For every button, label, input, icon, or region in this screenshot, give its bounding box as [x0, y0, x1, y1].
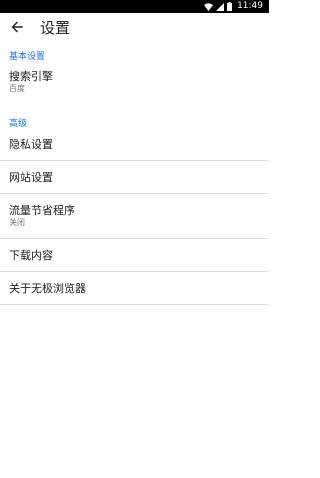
app-bar: 设置: [0, 13, 269, 42]
status-time: 11:49: [237, 1, 263, 11]
settings-item-about[interactable]: 关于无极浏览器: [0, 282, 269, 295]
back-arrow-icon: [11, 18, 23, 37]
settings-item-data-saver[interactable]: 流量节省程序 关闭: [0, 204, 269, 228]
section-header-advanced: 高级: [9, 119, 28, 129]
settings-item-site-settings[interactable]: 网站设置: [0, 171, 269, 184]
item-label: 搜索引擎: [9, 70, 53, 83]
settings-item-search-engine[interactable]: 搜索引擎 百度: [0, 70, 269, 94]
item-value: 百度: [9, 84, 25, 93]
settings-item-privacy[interactable]: 隐私设置: [0, 138, 269, 151]
item-label: 网站设置: [9, 171, 53, 184]
divider: [0, 271, 269, 272]
back-button[interactable]: [2, 13, 32, 42]
battery-icon: [227, 2, 233, 11]
divider: [0, 160, 269, 161]
section-header-basic: 基本设置: [9, 52, 46, 62]
divider: [0, 304, 269, 305]
status-bar: 11:49: [0, 0, 269, 13]
divider: [0, 238, 269, 239]
item-label: 下载内容: [9, 249, 53, 262]
item-value: 关闭: [9, 218, 25, 227]
signal-icon: [216, 2, 225, 11]
page-title: 设置: [40, 19, 71, 37]
settings-item-downloads[interactable]: 下载内容: [0, 249, 269, 262]
item-label: 关于无极浏览器: [9, 282, 86, 295]
item-label: 隐私设置: [9, 138, 53, 151]
divider: [0, 193, 269, 194]
item-label: 流量节省程序: [9, 204, 75, 217]
wifi-icon: [204, 2, 214, 11]
